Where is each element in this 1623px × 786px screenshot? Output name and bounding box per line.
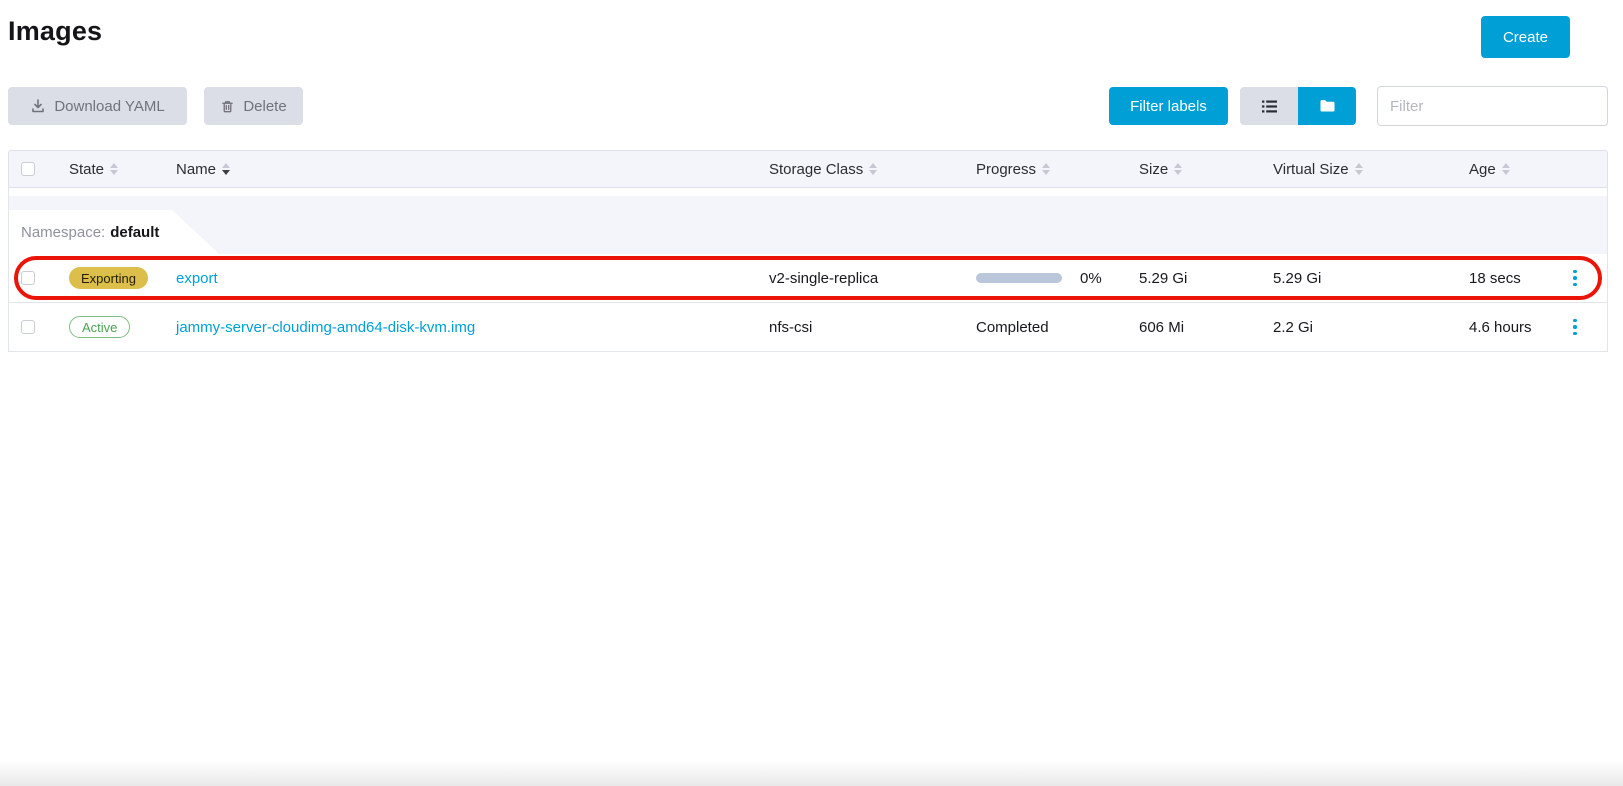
col-header-storage-class[interactable]: Storage Class xyxy=(757,161,964,178)
sort-icon[interactable] xyxy=(1355,163,1363,175)
table-header-row: State Name Storage Class Progress Size V… xyxy=(8,150,1608,188)
download-yaml-label: Download YAML xyxy=(54,98,164,115)
list-view-button[interactable] xyxy=(1240,87,1298,125)
images-page: Images Create Download YAML Delete xyxy=(0,0,1623,786)
row-actions-kebab-button[interactable] xyxy=(1567,313,1583,342)
download-icon xyxy=(30,98,46,114)
delete-label: Delete xyxy=(243,98,286,115)
view-mode-toggle xyxy=(1240,87,1356,125)
list-icon xyxy=(1261,99,1278,114)
col-header-progress[interactable]: Progress xyxy=(964,161,1127,178)
col-header-name[interactable]: Name xyxy=(164,161,757,178)
col-header-virtual-size-label: Virtual Size xyxy=(1273,161,1349,178)
col-header-size-label: Size xyxy=(1139,161,1168,178)
namespace-group-tab: Namespace: default xyxy=(9,210,219,254)
images-table: State Name Storage Class Progress Size V… xyxy=(8,150,1608,352)
virtual-size-cell: 5.29 Gi xyxy=(1261,270,1457,287)
toolbar-left: Download YAML Delete xyxy=(8,87,303,125)
col-header-progress-label: Progress xyxy=(976,161,1036,178)
namespace-group-label: Namespace: xyxy=(21,224,105,241)
select-all-cell xyxy=(21,162,57,176)
table-gap xyxy=(9,188,1607,196)
col-header-age-label: Age xyxy=(1469,161,1496,178)
progress-percent: 0% xyxy=(1080,270,1102,287)
page-header: Images Create xyxy=(8,0,1608,58)
state-cell: Active xyxy=(57,316,164,338)
name-cell: jammy-server-cloudimg-amd64-disk-kvm.img xyxy=(164,319,757,336)
size-cell: 5.29 Gi xyxy=(1127,270,1261,287)
progress-cell: Completed xyxy=(964,319,1127,336)
actions-cell xyxy=(1549,264,1607,293)
storage-class-cell: nfs-csi xyxy=(757,319,964,336)
sort-icon[interactable] xyxy=(869,163,877,175)
image-name-link[interactable]: jammy-server-cloudimg-amd64-disk-kvm.img xyxy=(176,319,475,336)
row-checkbox[interactable] xyxy=(21,271,35,285)
sort-icon[interactable] xyxy=(110,163,118,175)
table-row: Active jammy-server-cloudimg-amd64-disk-… xyxy=(9,303,1607,352)
table-body: Namespace: default Exporting export v2-s… xyxy=(8,188,1608,352)
virtual-size-cell: 2.2 Gi xyxy=(1261,319,1457,336)
row-actions-kebab-button[interactable] xyxy=(1567,264,1583,293)
storage-class-cell: v2-single-replica xyxy=(757,270,964,287)
col-header-size[interactable]: Size xyxy=(1127,161,1261,178)
sort-icon[interactable] xyxy=(1174,163,1182,175)
col-header-name-label: Name xyxy=(176,161,216,178)
download-yaml-button[interactable]: Download YAML xyxy=(8,87,187,125)
image-name-link[interactable]: export xyxy=(176,270,218,287)
toolbar: Download YAML Delete Filter labels xyxy=(8,86,1608,126)
progress-cell: 0% xyxy=(964,270,1127,287)
row-checkbox[interactable] xyxy=(21,320,35,334)
bottom-fade xyxy=(0,760,1623,786)
progress-bar xyxy=(976,273,1062,283)
row-checkbox-cell xyxy=(21,320,57,334)
col-header-age[interactable]: Age xyxy=(1457,161,1549,178)
sort-icon[interactable] xyxy=(1502,163,1510,175)
folder-icon xyxy=(1319,99,1336,113)
folder-view-button[interactable] xyxy=(1298,87,1356,125)
col-header-state-label: State xyxy=(69,161,104,178)
state-cell: Exporting xyxy=(57,267,164,289)
filter-input[interactable] xyxy=(1377,86,1608,126)
toolbar-right: Filter labels xyxy=(1109,86,1608,126)
state-badge: Exporting xyxy=(69,267,148,289)
col-header-storage-class-label: Storage Class xyxy=(769,161,863,178)
table-row: Exporting export v2-single-replica 0% 5.… xyxy=(9,254,1607,303)
delete-button[interactable]: Delete xyxy=(204,87,303,125)
size-cell: 606 Mi xyxy=(1127,319,1261,336)
age-cell: 4.6 hours xyxy=(1457,319,1549,336)
trash-icon xyxy=(220,99,235,114)
state-badge: Active xyxy=(69,316,130,338)
namespace-group-value: default xyxy=(110,224,159,241)
select-all-checkbox[interactable] xyxy=(21,162,35,176)
col-header-state[interactable]: State xyxy=(57,161,164,178)
age-cell: 18 secs xyxy=(1457,270,1549,287)
namespace-group-row: Namespace: default xyxy=(9,196,1607,254)
filter-labels-button[interactable]: Filter labels xyxy=(1109,87,1228,125)
sort-icon[interactable] xyxy=(1042,163,1050,175)
page-title: Images xyxy=(8,16,102,47)
row-checkbox-cell xyxy=(21,271,57,285)
name-cell: export xyxy=(164,270,757,287)
actions-cell xyxy=(1549,313,1607,342)
col-header-virtual-size[interactable]: Virtual Size xyxy=(1261,161,1457,178)
create-button[interactable]: Create xyxy=(1481,16,1570,58)
sort-icon-active[interactable] xyxy=(222,163,230,175)
